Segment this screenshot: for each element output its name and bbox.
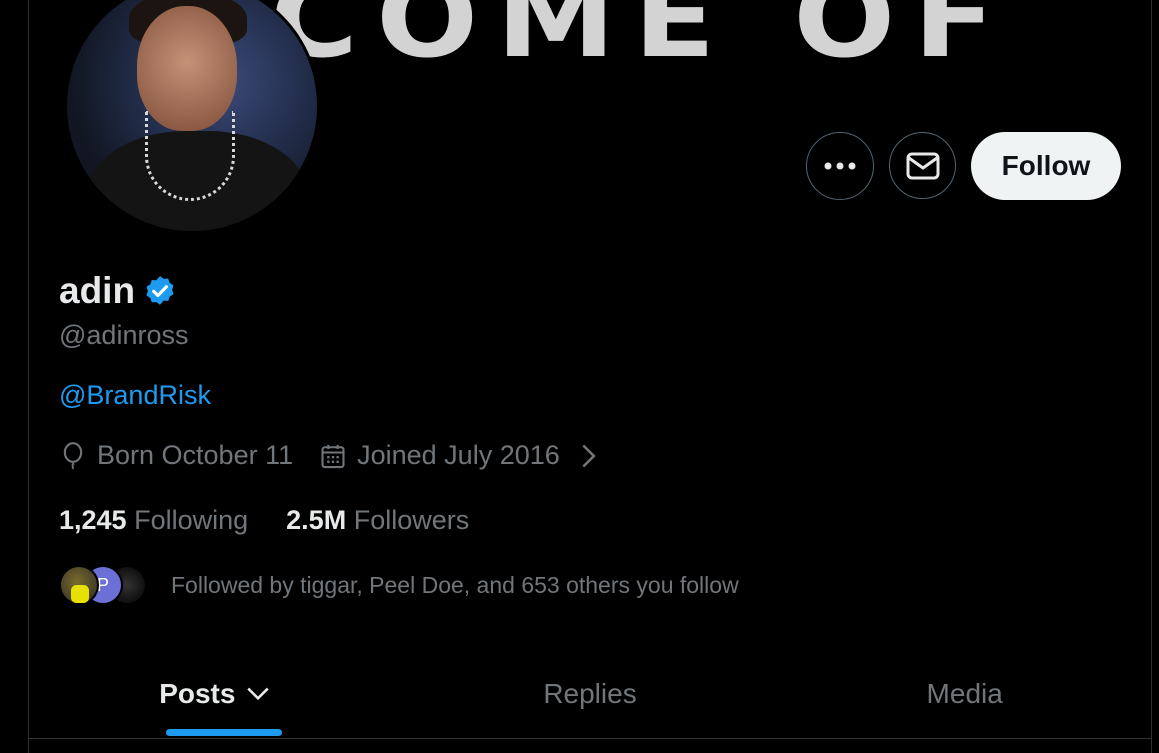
followed-by-text: Followed by tiggar, Peel Doe, and 653 ot… (171, 571, 739, 598)
profile-name: adin (59, 270, 136, 311)
tab-label: Posts (159, 678, 236, 709)
profile-name-row: adin (59, 270, 177, 312)
envelope-icon (906, 152, 939, 179)
more-options-button[interactable] (806, 132, 874, 200)
followers-stat[interactable]: 2.5M Followers (286, 505, 469, 536)
chevron-right-icon (582, 444, 596, 467)
balloon-icon (63, 441, 83, 469)
calendar-icon (321, 444, 345, 468)
profile-tabs: Posts Replies Media (28, 650, 1152, 738)
active-tab-indicator (166, 729, 282, 736)
birthday-item: Born October 11 (59, 440, 293, 471)
message-button[interactable] (889, 132, 956, 199)
joined-item[interactable]: Joined July 2016 (319, 440, 602, 471)
banner-text: COME OF (270, 0, 1014, 83)
tab-label: Replies (543, 678, 637, 709)
tab-label: Media (926, 678, 1003, 709)
followers-label: Followers (353, 505, 470, 535)
bio-mention-link[interactable]: @BrandRisk (59, 380, 211, 411)
follow-stats: 1,245 Following 2.5M Followers (59, 505, 507, 536)
followers-count: 2.5M (286, 505, 347, 535)
mini-avatar (59, 565, 99, 605)
tab-replies[interactable]: Replies (403, 650, 778, 738)
profile-handle: @adinross (59, 320, 189, 350)
followed-by-avatars: P (59, 565, 159, 605)
birthday-text: Born October 11 (97, 440, 294, 470)
following-label: Following (134, 505, 249, 535)
more-icon (824, 162, 856, 170)
tab-media[interactable]: Media (777, 650, 1152, 738)
profile-avatar[interactable] (64, 0, 320, 234)
following-count: 1,245 (59, 505, 127, 535)
tab-posts[interactable]: Posts (28, 650, 403, 738)
profile-meta: Born October 11 Joined July 2016 (59, 440, 628, 471)
follow-button[interactable]: Follow (971, 132, 1121, 200)
tabs-divider (28, 738, 1152, 739)
chevron-down-icon (247, 687, 270, 701)
joined-text: Joined July 2016 (357, 440, 560, 470)
followed-by-row[interactable]: P Followed by tiggar, Peel Doe, and 653 … (59, 565, 739, 605)
following-stat[interactable]: 1,245 Following (59, 505, 248, 536)
verified-badge-icon[interactable] (143, 274, 177, 308)
avatar-photo (67, 0, 317, 231)
